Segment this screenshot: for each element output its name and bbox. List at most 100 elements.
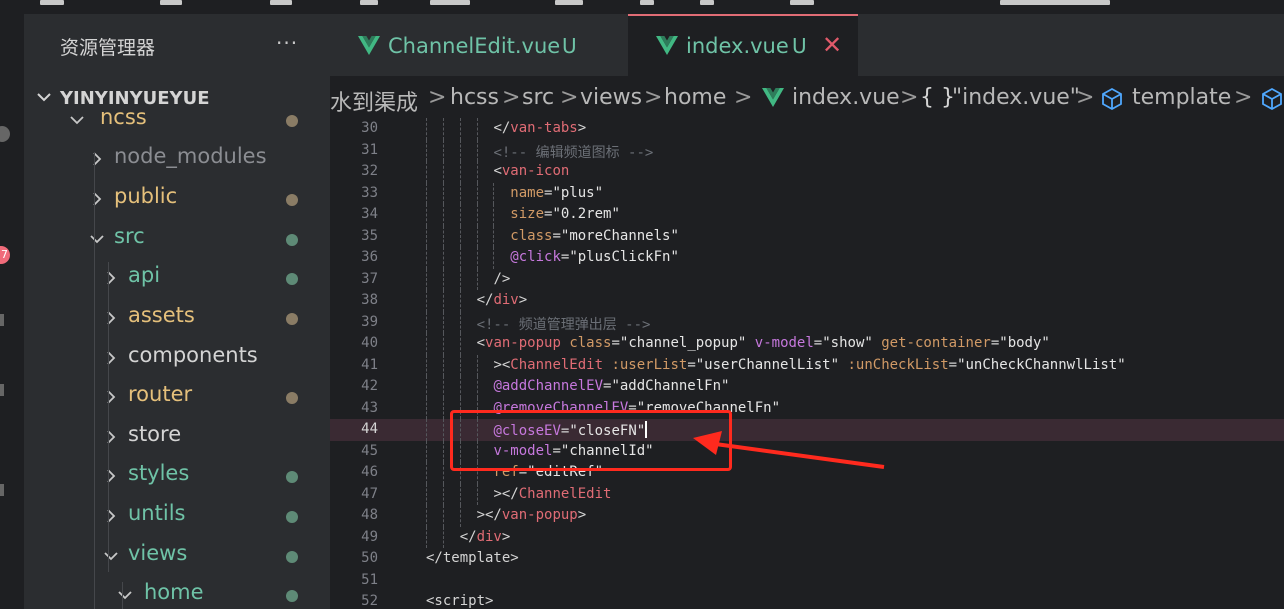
code-line[interactable]: 32 <van-icon bbox=[330, 161, 1284, 183]
code-line[interactable]: 50 </template> bbox=[330, 548, 1284, 570]
indent-guide bbox=[459, 204, 461, 226]
code-line[interactable]: 33 name="plus" bbox=[330, 182, 1284, 204]
indent-guide bbox=[426, 462, 427, 484]
indent-guide bbox=[493, 182, 495, 204]
code-line[interactable]: 37 /> bbox=[330, 268, 1284, 290]
tree-item-components[interactable]: components bbox=[24, 338, 330, 376]
editor-tab-bar: ChannelEdit.vue U index.vue U ✕ bbox=[330, 14, 1284, 76]
ellipsis-icon[interactable]: ··· bbox=[276, 31, 298, 55]
code-line[interactable]: 52 <script> bbox=[330, 591, 1284, 609]
indent-guide bbox=[459, 505, 461, 527]
breadcrumb-item[interactable]: "index.vue" bbox=[952, 85, 1080, 110]
code-line[interactable]: 34 size="0.2rem" bbox=[330, 204, 1284, 226]
tree-item-label: store bbox=[128, 422, 182, 446]
git-status-dot bbox=[286, 392, 298, 404]
code-line[interactable]: 31 <!-- 编辑频道图标 --> bbox=[330, 139, 1284, 161]
code-text: <van-popup class="channel_popup" v-model… bbox=[476, 335, 1050, 351]
activity-icon[interactable] bbox=[0, 484, 4, 496]
tree-item-router[interactable]: router bbox=[24, 377, 330, 415]
code-line[interactable]: 47 ></ChannelEdit bbox=[330, 483, 1284, 505]
activity-icon[interactable] bbox=[0, 126, 10, 142]
git-status-dot bbox=[286, 313, 298, 325]
indent-guide bbox=[426, 118, 427, 140]
tree-item-home[interactable]: home bbox=[24, 575, 330, 609]
tree-item-label: untils bbox=[128, 501, 186, 525]
tree-item-untils[interactable]: untils bbox=[24, 496, 330, 534]
tab-index[interactable]: index.vue U ✕ bbox=[628, 14, 858, 76]
indent-guide bbox=[459, 483, 461, 505]
code-text: size="0.2rem" bbox=[510, 206, 620, 222]
tree-item-src[interactable]: src bbox=[24, 219, 330, 257]
code-line[interactable]: 41 ><ChannelEdit :userList="userChannelLi… bbox=[330, 354, 1284, 376]
tree-item-node-modules[interactable]: node_modules bbox=[24, 139, 330, 177]
tab-label: index.vue bbox=[686, 34, 789, 58]
breadcrumb-item[interactable]: index.vue bbox=[792, 85, 900, 110]
tree-item-styles[interactable]: styles bbox=[24, 456, 330, 494]
code-line[interactable]: 48 ></van-popup> bbox=[330, 505, 1284, 527]
code-text: ><ChannelEdit :userList="userChannelList… bbox=[493, 356, 1126, 373]
activity-icon[interactable] bbox=[0, 314, 4, 326]
tree-item-assets[interactable]: assets bbox=[24, 298, 330, 336]
line-number: 49 bbox=[361, 528, 378, 545]
tree-item-store[interactable]: store bbox=[24, 417, 330, 455]
code-text: @click="plusClickFn" bbox=[510, 249, 679, 265]
breadcrumb-separator: > bbox=[1076, 85, 1095, 110]
indent-guide bbox=[459, 311, 461, 333]
close-icon[interactable]: ✕ bbox=[822, 31, 842, 59]
git-status-badge: U bbox=[562, 34, 577, 58]
code-line[interactable]: 51 bbox=[330, 570, 1284, 592]
indent-guide bbox=[442, 462, 444, 484]
tree-item-views[interactable]: views bbox=[24, 536, 330, 574]
code-line[interactable]: 38 </div> bbox=[330, 290, 1284, 312]
breadcrumb-item[interactable]: template bbox=[1132, 85, 1231, 110]
code-line[interactable]: 35 class="moreChannels" bbox=[330, 225, 1284, 247]
chevron-down-icon bbox=[37, 93, 51, 102]
code-editor[interactable]: 30 </van-tabs> 31 <!-- 编辑频道图标 --> 32 <van-ico… bbox=[330, 118, 1284, 609]
code-line[interactable]: 49 </div> bbox=[330, 526, 1284, 548]
indent-guide bbox=[426, 311, 427, 333]
breadcrumb-separator: > bbox=[1234, 85, 1253, 110]
code-line[interactable]: 36 @click="plusClickFn" bbox=[330, 247, 1284, 269]
tree-item-label: assets bbox=[128, 303, 195, 327]
project-root[interactable]: YINYINYUEYUE bbox=[24, 84, 330, 112]
indent-guide bbox=[459, 354, 461, 376]
chevron-right-icon bbox=[107, 311, 116, 325]
indent-guide bbox=[426, 139, 427, 161]
indent-guide bbox=[426, 505, 427, 527]
breadcrumb-separator: > bbox=[734, 85, 753, 110]
breadcrumb-item[interactable]: hcss bbox=[450, 85, 499, 110]
code-line[interactable]: 42 @addChannelEV="addChannelFn" bbox=[330, 376, 1284, 398]
cube-icon bbox=[1262, 87, 1282, 111]
git-status-dot bbox=[286, 511, 298, 523]
indent-guide bbox=[442, 397, 444, 419]
notification-badge[interactable]: 7 bbox=[0, 246, 10, 264]
indent-guide bbox=[459, 161, 461, 183]
tree-item-label: node_modules bbox=[114, 144, 267, 168]
indent-guide bbox=[426, 225, 427, 247]
code-line[interactable]: 40 <van-popup class="channel_popup" v-mod… bbox=[330, 333, 1284, 355]
breadcrumb-item[interactable]: views bbox=[580, 85, 642, 110]
chevron-right-icon bbox=[107, 509, 116, 523]
chevron-down-icon bbox=[118, 591, 132, 600]
line-number: 32 bbox=[361, 163, 378, 179]
indent-guide bbox=[459, 182, 461, 204]
indent-guide bbox=[442, 311, 444, 333]
indent-guide bbox=[476, 204, 478, 226]
code-line[interactable]: 39 <!-- 频道管理弹出层 --> bbox=[330, 311, 1284, 333]
code-line[interactable]: 30 </van-tabs> bbox=[330, 118, 1284, 140]
indent-guide bbox=[442, 505, 444, 527]
indent-guide bbox=[493, 225, 495, 247]
indent-guide bbox=[476, 376, 478, 398]
breadcrumb-item[interactable]: src bbox=[522, 85, 554, 110]
breadcrumb-item[interactable]: 水到渠成 bbox=[330, 85, 418, 117]
tab-channeledit[interactable]: ChannelEdit.vue U bbox=[330, 14, 628, 76]
tree-item-api[interactable]: api bbox=[24, 258, 330, 296]
tree-item-public[interactable]: public bbox=[24, 179, 330, 217]
breadcrumb-item[interactable]: home bbox=[664, 85, 726, 110]
line-number: 44 bbox=[361, 421, 378, 437]
activity-icon[interactable] bbox=[0, 384, 4, 396]
tree-item-hcss[interactable]: hcss bbox=[24, 112, 330, 138]
chevron-right-icon bbox=[107, 430, 116, 444]
indent-guide bbox=[493, 247, 495, 269]
line-number: 30 bbox=[361, 120, 378, 136]
